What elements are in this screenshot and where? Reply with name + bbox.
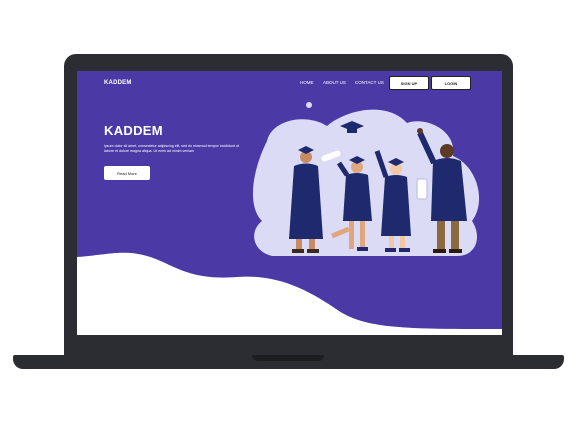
laptop-notch	[252, 355, 324, 361]
hero-illustration	[77, 102, 502, 335]
hero-title: KADDEM	[104, 123, 163, 138]
decor-bubble	[254, 190, 264, 208]
signup-button[interactable]: SIGN UP	[389, 76, 429, 90]
brand-logo[interactable]: KADDEM	[104, 80, 132, 86]
hero-description: ipsum dolor sit amet, consectetur adipis…	[104, 144, 240, 153]
nav-link-contact[interactable]: CONTACT US	[355, 80, 384, 85]
nav-link-about[interactable]: ABOUT US	[323, 80, 346, 85]
decor-dot	[306, 102, 312, 108]
nav-link-home[interactable]: HOME	[300, 80, 314, 85]
read-more-button[interactable]: Read More	[104, 166, 150, 180]
decor-bubble	[281, 122, 297, 132]
login-button[interactable]: LOGIN	[431, 76, 471, 90]
website-screen: KADDEM HOME ABOUT US CONTACT US SIGN UP …	[77, 71, 502, 335]
bottom-wave	[77, 252, 502, 335]
